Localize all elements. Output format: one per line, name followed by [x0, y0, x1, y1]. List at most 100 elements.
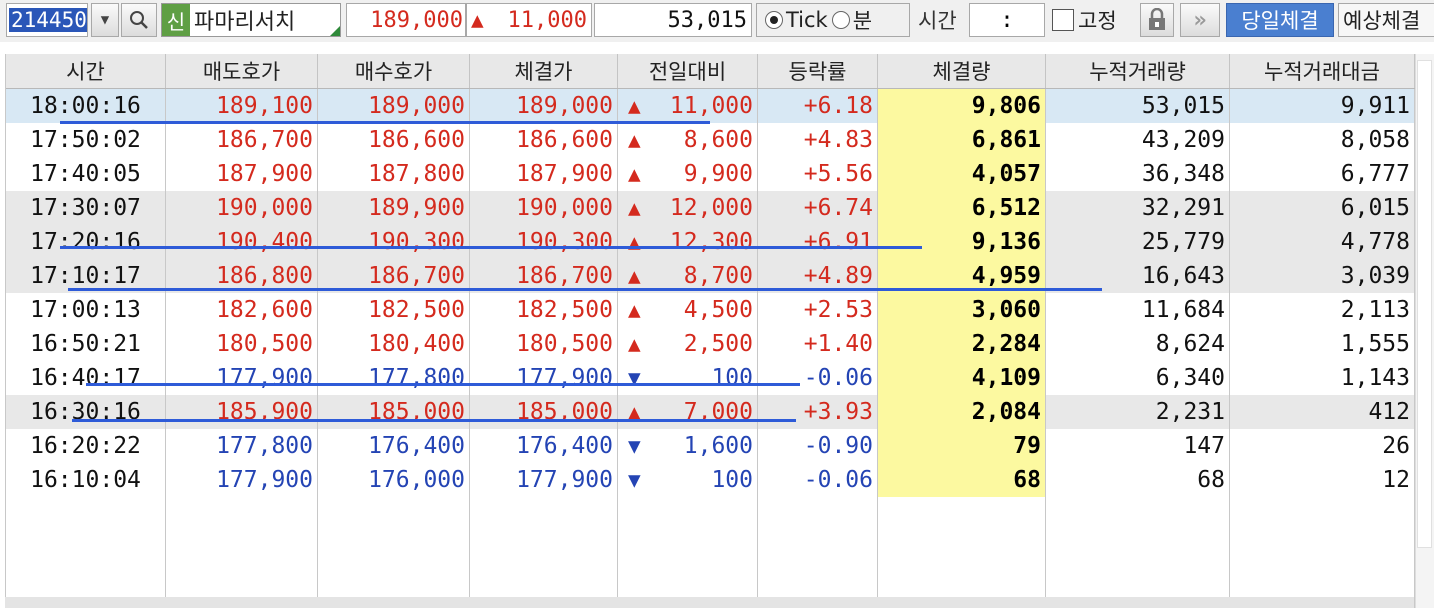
cell-rate: +6.18 — [758, 89, 878, 123]
cell-volume: 4,109 — [878, 361, 1046, 395]
checkbox-icon[interactable] — [1052, 9, 1074, 31]
table-row[interactable]: 16:40:17 177,900 177,800 177,900 ▼ 100 -0.06 4,… — [6, 361, 1415, 395]
table-row[interactable]: 17:30:07 190,000 189,900 190,000 ▲ 12,000 +6.7… — [6, 191, 1415, 225]
diff-value: 11,000 — [669, 93, 753, 119]
table-row[interactable]: 17:40:05 187,900 187,800 187,900 ▲ 9,900 +5.56… — [6, 157, 1415, 191]
search-icon[interactable] — [121, 3, 157, 37]
empty-cell — [470, 497, 618, 608]
cell-price: 185,000 — [470, 395, 618, 429]
cell-cum-amount: 9,911 — [1230, 89, 1415, 123]
empty-cell — [1046, 497, 1230, 608]
cell-cum-amount: 6,777 — [1230, 157, 1415, 191]
stock-code-input[interactable]: 214450 — [6, 3, 88, 37]
diff-value: 9,900 — [683, 161, 753, 187]
cell-time: 18:00:16 — [6, 89, 166, 123]
cell-time: 16:30:16 — [6, 395, 166, 429]
cell-bid: 180,400 — [318, 327, 470, 361]
header-ask[interactable]: 매도호가 — [166, 54, 318, 88]
stock-name-field[interactable]: 신 파마리서치 — [161, 3, 341, 37]
table-row[interactable]: 16:30:16 185,900 185,000 185,000 ▲ 7,000 +3.93… — [6, 395, 1415, 429]
header-volume[interactable]: 체결량 — [878, 54, 1046, 88]
up-arrow-icon: ▲ — [628, 162, 641, 186]
cell-cum-volume: 36,348 — [1046, 157, 1230, 191]
header-rate[interactable]: 등락률 — [758, 54, 878, 88]
time-input[interactable]: : — [969, 3, 1045, 37]
cell-cum-volume: 43,209 — [1046, 123, 1230, 157]
header-cum-volume[interactable]: 누적거래량 — [1046, 54, 1230, 88]
header-price[interactable]: 체결가 — [470, 54, 618, 88]
table-row[interactable]: 16:50:21 180,500 180,400 180,500 ▲ 2,500 +1.40… — [6, 327, 1415, 361]
empty-cell — [6, 497, 166, 608]
diff-value: 12,300 — [669, 229, 753, 255]
cell-bid: 177,800 — [318, 361, 470, 395]
cell-cum-amount: 12 — [1230, 463, 1415, 497]
cell-ask: 185,900 — [166, 395, 318, 429]
cell-volume: 2,084 — [878, 395, 1046, 429]
grid-header: 시간 매도호가 매수호가 체결가 전일대비 등락률 체결량 누적거래량 누적거래… — [6, 54, 1415, 89]
cell-diff: ▲ 4,500 — [618, 293, 758, 327]
table-row[interactable]: 16:20:22 177,800 176,400 176,400 ▼ 1,600 -0.90… — [6, 429, 1415, 463]
up-arrow-icon: ▲ — [628, 94, 641, 118]
grid-empty-area — [6, 497, 1415, 608]
cell-cum-volume: 8,624 — [1046, 327, 1230, 361]
table-row[interactable]: 18:00:16 189,100 189,000 189,000 ▲ 11,000 +6.1… — [6, 89, 1415, 123]
radio-minute[interactable] — [831, 11, 850, 29]
cell-price: 182,500 — [470, 293, 618, 327]
chevron-down-icon[interactable]: ▼ — [91, 3, 119, 37]
table-row[interactable]: 16:10:04 177,900 176,000 177,900 ▼ 100 -0.06 68… — [6, 463, 1415, 497]
header-time[interactable]: 시간 — [6, 54, 166, 88]
price-change: ▲ 11,000 — [466, 3, 592, 37]
cell-cum-volume: 11,684 — [1046, 293, 1230, 327]
empty-cell — [166, 497, 318, 608]
header-diff[interactable]: 전일대비 — [618, 54, 758, 88]
grid-bottom-bar — [5, 597, 1414, 608]
annotation-underline — [60, 246, 922, 249]
cell-time: 17:00:13 — [6, 293, 166, 327]
cell-rate: +5.56 — [758, 157, 878, 191]
cell-volume: 4,057 — [878, 157, 1046, 191]
scrollbar-thumb[interactable] — [1417, 60, 1432, 548]
cell-price: 190,000 — [470, 191, 618, 225]
interval-selector: Tick 분 — [756, 3, 910, 37]
radio-minute-label: 분 — [852, 9, 873, 33]
diff-value: 2,500 — [683, 331, 753, 357]
cell-time: 16:40:17 — [6, 361, 166, 395]
table-row[interactable]: 17:20:16 190,400 190,300 190,300 ▲ 12,300 +6.9… — [6, 225, 1415, 259]
empty-cell — [618, 497, 758, 608]
cell-ask: 190,000 — [166, 191, 318, 225]
cell-cum-volume: 2,231 — [1046, 395, 1230, 429]
cell-bid: 189,900 — [318, 191, 470, 225]
up-arrow-icon: ▲ — [628, 196, 641, 220]
annotation-underline — [86, 383, 800, 386]
cell-cum-volume: 68 — [1046, 463, 1230, 497]
header-bid[interactable]: 매수호가 — [318, 54, 470, 88]
header-cum-amount[interactable]: 누적거래대금 — [1230, 54, 1415, 88]
cell-ask: 187,900 — [166, 157, 318, 191]
down-arrow-icon: ▼ — [628, 468, 641, 492]
radio-tick[interactable] — [765, 11, 783, 29]
cell-cum-amount: 2,113 — [1230, 293, 1415, 327]
trade-grid: 시간 매도호가 매수호가 체결가 전일대비 등락률 체결량 누적거래량 누적거래… — [5, 54, 1415, 608]
diff-value: 4,500 — [683, 297, 753, 323]
fast-forward-icon[interactable]: » — [1180, 3, 1220, 37]
cell-volume: 9,136 — [878, 225, 1046, 259]
cell-time: 16:10:04 — [6, 463, 166, 497]
cell-bid: 187,800 — [318, 157, 470, 191]
cell-diff: ▲ 12,300 — [618, 225, 758, 259]
cell-bid: 186,600 — [318, 123, 470, 157]
lock-icon[interactable] — [1140, 3, 1174, 37]
fixed-checkbox[interactable]: 고정 — [1052, 3, 1132, 37]
expected-trades-button[interactable]: 예상체결 — [1338, 3, 1434, 37]
cell-time: 16:50:21 — [6, 327, 166, 361]
grid-body: 18:00:16 189,100 189,000 189,000 ▲ 11,000 +6.1… — [6, 89, 1415, 497]
table-row[interactable]: 17:00:13 182,600 182,500 182,500 ▲ 4,500 +2.53… — [6, 293, 1415, 327]
today-trades-button[interactable]: 당일체결 — [1226, 3, 1334, 37]
cell-cum-volume: 53,015 — [1046, 89, 1230, 123]
cell-cum-volume: 6,340 — [1046, 361, 1230, 395]
cell-diff: ▲ 2,500 — [618, 327, 758, 361]
cell-cum-amount: 1,555 — [1230, 327, 1415, 361]
annotation-underline — [60, 121, 710, 124]
table-row[interactable]: 17:50:02 186,700 186,600 186,600 ▲ 8,600 +4.83… — [6, 123, 1415, 157]
diff-value: 8,600 — [683, 127, 753, 153]
cell-price: 186,600 — [470, 123, 618, 157]
